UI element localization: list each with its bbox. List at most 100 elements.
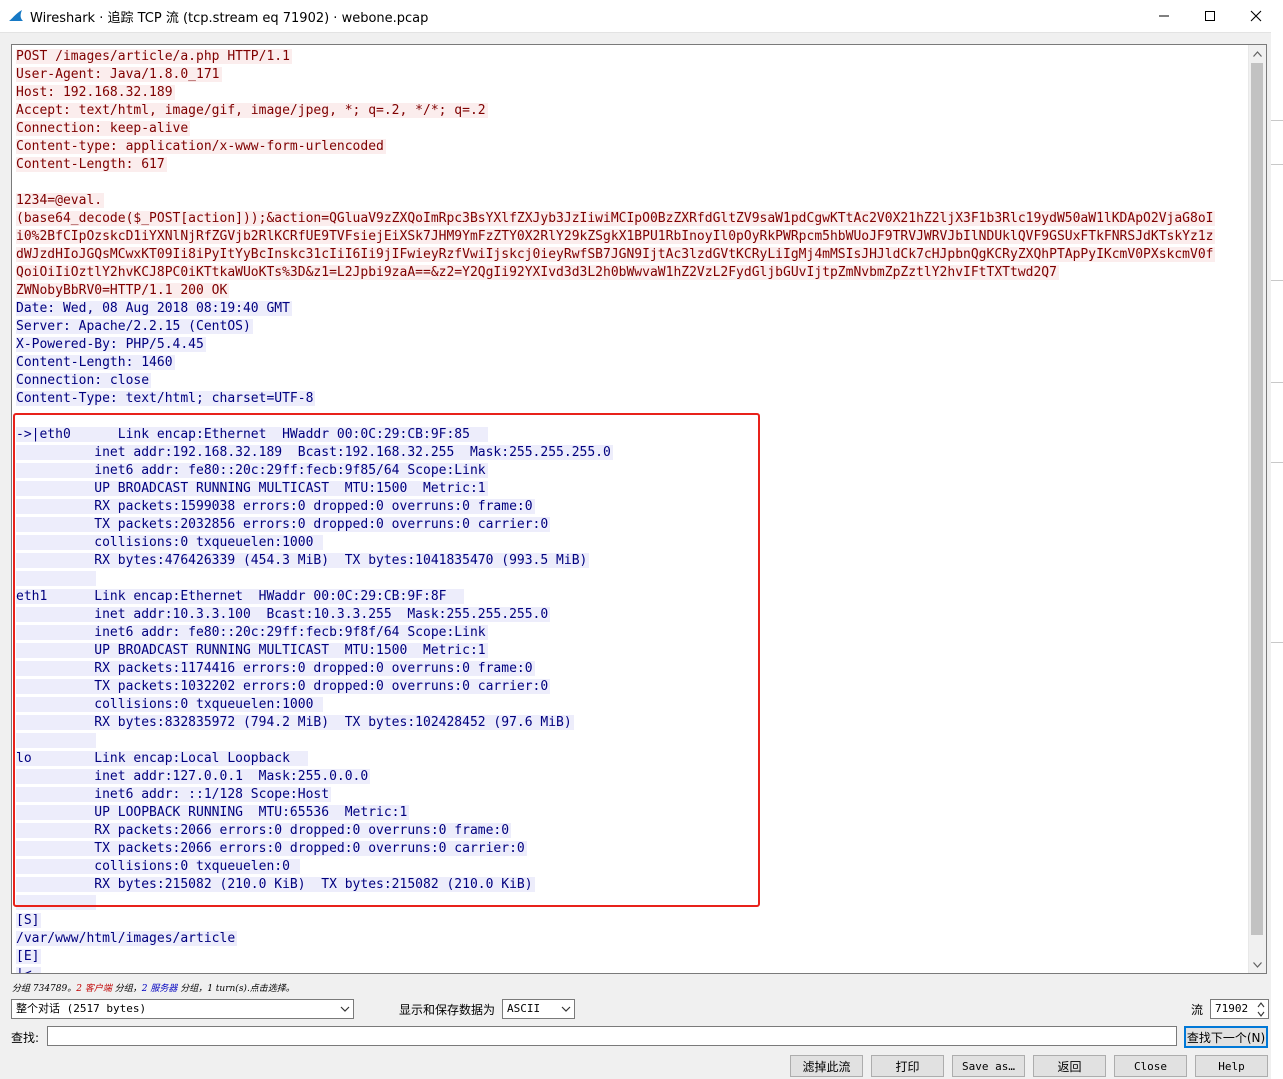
maximize-button[interactable]	[1187, 0, 1233, 32]
server-data-line: inet addr:127.0.0.1 Mask:255.0.0.0	[16, 768, 1248, 786]
spin-down-icon[interactable]	[1256, 1010, 1266, 1018]
stream-line-text: TX packets:2032856 errors:0 dropped:0 ov…	[16, 517, 551, 532]
server-data-line: UP BROADCAST RUNNING MULTICAST MTU:1500 …	[16, 642, 1248, 660]
server-data-line: ->|eth0 Link encap:Ethernet HWaddr 00:0C…	[16, 426, 1248, 444]
server-data-line: [S]	[16, 912, 1248, 930]
server-data-line: RX bytes:215082 (210.0 KiB) TX bytes:215…	[16, 876, 1248, 894]
stream-line-text: lo Link encap:Local Loopback	[16, 751, 308, 766]
background-window-edge	[1271, 32, 1283, 1079]
stream-status-text: 分组 734789。2 客户端 分组，2 服务器 分组，1 turn(s).点击…	[12, 981, 295, 994]
server-data-line: |<-	[16, 966, 1248, 973]
chevron-down-icon	[340, 1006, 350, 1012]
stream-number-spinbox[interactable]: 71902	[1210, 999, 1269, 1019]
server-packet-count: 2	[141, 984, 148, 994]
scroll-down-arrow-icon[interactable]	[1249, 956, 1266, 973]
stream-line-text: 1234=@eval.	[16, 193, 105, 208]
client-data-line: Connection: keep-alive	[16, 120, 1248, 138]
stream-line-text: collisions:0 txqueuelen:1000	[16, 535, 324, 550]
server-data-line: inet addr:10.3.3.100 Bcast:10.3.3.255 Ma…	[16, 606, 1248, 624]
find-next-button[interactable]: 查找下一个(N)	[1184, 1026, 1268, 1048]
server-data-line: /var/www/html/images/article	[16, 930, 1248, 948]
show-data-as-label: 显示和保存数据为	[399, 1003, 496, 1017]
stream-line-text: inet addr:192.168.32.189 Bcast:192.168.3…	[16, 445, 613, 460]
stream-line-text: Content-Length: 617	[16, 157, 167, 172]
client-data-line: (base64_decode($_POST[action]));&action=…	[16, 210, 1248, 228]
server-data-line	[16, 732, 1248, 750]
find-input[interactable]	[47, 1026, 1177, 1046]
stream-line-text	[16, 409, 18, 424]
server-data-line: [E]	[16, 948, 1248, 966]
maximize-icon	[1205, 11, 1215, 21]
stream-line-text: TX packets:2066 errors:0 dropped:0 overr…	[16, 841, 527, 856]
status-suffix: 分组，1 turn(s).点击选择。	[177, 984, 295, 994]
close-window-button[interactable]	[1233, 0, 1279, 32]
print-button[interactable]: 打印	[871, 1055, 944, 1077]
server-data-line: Date: Wed, 08 Aug 2018 08:19:40 GMT	[16, 300, 1248, 318]
conversation-select[interactable]: 整个对话 (2517 bytes)	[11, 999, 354, 1019]
stream-line-text: ->|eth0 Link encap:Ethernet HWaddr 00:0C…	[16, 427, 488, 442]
server-data-line: collisions:0 txqueuelen:0	[16, 858, 1248, 876]
stream-line-text: RX bytes:832835972 (794.2 MiB) TX bytes:…	[16, 715, 574, 730]
client-data-line: Accept: text/html, image/gif, image/jpeg…	[16, 102, 1248, 120]
server-data-line: Content-Type: text/html; charset=UTF-8	[16, 390, 1248, 408]
stream-line-text: UP BROADCAST RUNNING MULTICAST MTU:1500 …	[16, 643, 488, 658]
stream-line-text: inet6 addr: ::1/128 Scope:Host	[16, 787, 332, 802]
stream-line-text	[16, 175, 18, 190]
client-data-line: ZWNobyBbRV0=HTTP/1.1 200 OK	[16, 282, 1248, 300]
minimize-icon	[1159, 15, 1169, 17]
vertical-scrollbar[interactable]	[1248, 45, 1266, 973]
stream-line-text: Host: 192.168.32.189	[16, 85, 175, 100]
stream-label: 流	[1191, 1003, 1204, 1017]
stream-line-text: collisions:0 txqueuelen:0	[16, 859, 300, 874]
stream-line-text: inet6 addr: fe80::20c:29ff:fecb:9f8f/64 …	[16, 625, 488, 640]
client-data-line: QoiOiIiOztlY2hvKCJ8PC0iKTtkaWUoKTs%3D&z1…	[16, 264, 1248, 282]
stream-line-text	[16, 895, 97, 910]
stream-line-text: inet addr:127.0.0.1 Mask:255.0.0.0	[16, 769, 371, 784]
server-data-line: TX packets:1032202 errors:0 dropped:0 ov…	[16, 678, 1248, 696]
spin-up-icon[interactable]	[1256, 1001, 1266, 1009]
stream-text[interactable]: POST /images/article/a.php HTTP/1.1 User-…	[16, 48, 1248, 973]
stream-line-text: TX packets:1032202 errors:0 dropped:0 ov…	[16, 679, 551, 694]
server-data-line: inet6 addr: ::1/128 Scope:Host	[16, 786, 1248, 804]
client-data-line: Content-type: application/x-www-form-url…	[16, 138, 1248, 156]
chevron-down-icon	[561, 1006, 571, 1012]
server-data-line: collisions:0 txqueuelen:1000	[16, 534, 1248, 552]
client-label: 客户端	[84, 984, 112, 994]
find-label: 查找:	[11, 1031, 40, 1045]
stream-line-text: Content-Type: text/html; charset=UTF-8	[16, 391, 316, 406]
client-data-line: Content-Length: 617	[16, 156, 1248, 174]
stream-line-text: [E]	[16, 949, 42, 964]
scroll-up-arrow-icon[interactable]	[1249, 45, 1266, 62]
stream-line-text: QoiOiIiOztlY2hvKCJ8PC0iKTtkaWUoKTs%3D&z1…	[16, 265, 1059, 280]
server-data-line: lo Link encap:Local Loopback	[16, 750, 1248, 768]
stream-line-text	[16, 571, 97, 586]
stream-line-text: POST /images/article/a.php HTTP/1.1	[16, 49, 292, 64]
stream-line-text	[16, 733, 97, 748]
server-data-line: Content-Length: 1460	[16, 354, 1248, 372]
filter-out-stream-button[interactable]: 滤掉此流	[790, 1055, 863, 1077]
server-data-line: TX packets:2032856 errors:0 dropped:0 ov…	[16, 516, 1248, 534]
status-mid: 分组，	[111, 984, 142, 994]
save-as-button[interactable]: Save as…	[952, 1055, 1025, 1077]
stream-line-text: inet addr:10.3.3.100 Bcast:10.3.3.255 Ma…	[16, 607, 551, 622]
conversation-select-value: 整个对话 (2517 bytes)	[16, 1002, 147, 1015]
stream-line-text: (base64_decode($_POST[action]));&action=…	[16, 211, 1216, 226]
close-button[interactable]: Close	[1114, 1055, 1187, 1077]
stream-line-text: /var/www/html/images/article	[16, 931, 238, 946]
client-data-line: User-Agent: Java/1.8.0_171	[16, 66, 1248, 84]
help-button[interactable]: Help	[1195, 1055, 1268, 1077]
scrollbar-thumb[interactable]	[1251, 63, 1263, 935]
server-data-line: Connection: close	[16, 372, 1248, 390]
data-format-select[interactable]: ASCII	[502, 999, 575, 1019]
client-data-line: POST /images/article/a.php HTTP/1.1	[16, 48, 1248, 66]
stream-line-text: dWJzdHIoJGQsMCwxKT09Ii8iPyItYyBcInskc31c…	[16, 247, 1216, 262]
minimize-button[interactable]	[1141, 0, 1187, 32]
back-button[interactable]: 返回	[1033, 1055, 1106, 1077]
stream-line-text: inet6 addr: fe80::20c:29ff:fecb:9f85/64 …	[16, 463, 488, 478]
server-data-line	[16, 894, 1248, 912]
stream-line-text: Content-type: application/x-www-form-url…	[16, 139, 386, 154]
client-data-line: Host: 192.168.32.189	[16, 84, 1248, 102]
stream-line-text: Server: Apache/2.2.15 (CentOS)	[16, 319, 253, 334]
stream-content-panel[interactable]: POST /images/article/a.php HTTP/1.1 User-…	[11, 44, 1267, 974]
server-data-line: RX packets:2066 errors:0 dropped:0 overr…	[16, 822, 1248, 840]
